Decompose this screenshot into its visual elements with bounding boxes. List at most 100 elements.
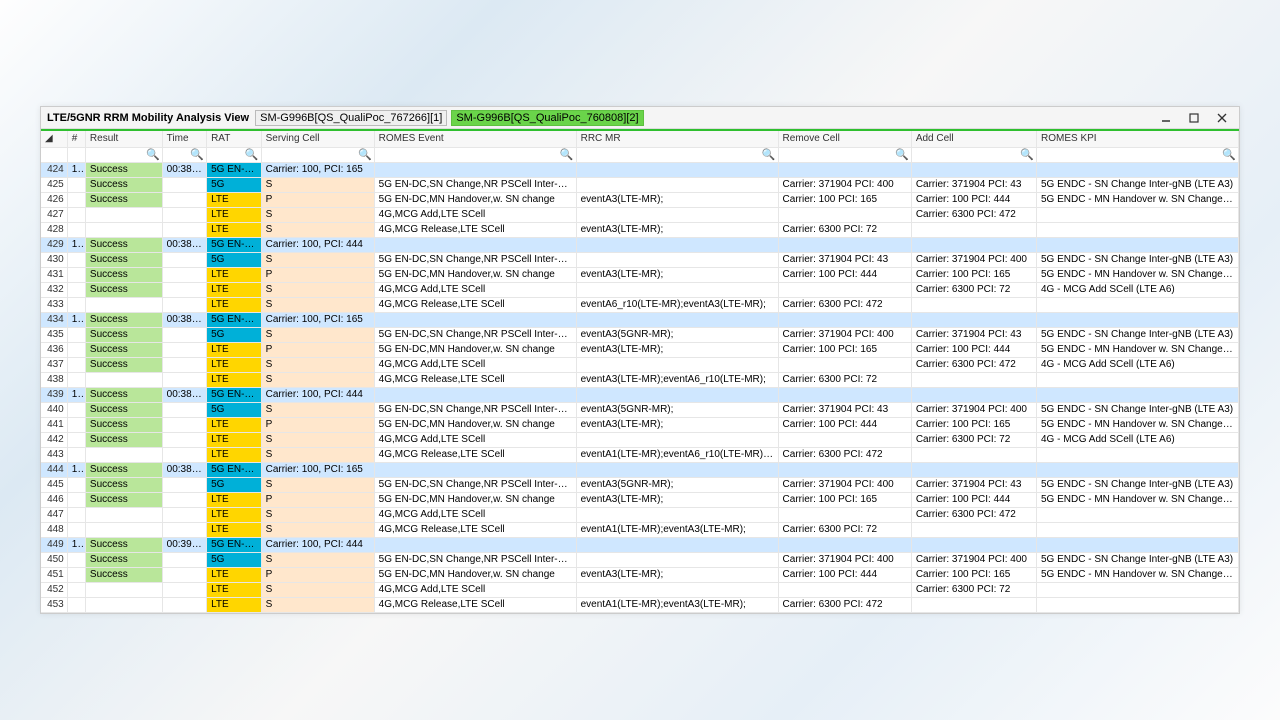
cell-kpi: 5G ENDC - MN Handover w. SN Change (LTE …	[1037, 192, 1239, 207]
cell-rrc: eventA1(LTE-MR);eventA3(LTE-MR);	[576, 522, 778, 537]
filter-event[interactable]: 🔍	[374, 147, 576, 162]
filter-remove[interactable]: 🔍	[778, 147, 911, 162]
col-event[interactable]: ROMES Event	[374, 131, 576, 147]
col-serving[interactable]: Serving Cell	[261, 131, 374, 147]
cell-res: Success	[85, 177, 162, 192]
cell-time	[162, 447, 206, 462]
cell-rrc	[576, 582, 778, 597]
table-row[interactable]: 447LTES4G,MCG Add,LTE SCellCarrier: 6300…	[41, 507, 1239, 522]
filter-serving[interactable]: 🔍	[261, 147, 374, 162]
table-row[interactable]: 452LTES4G,MCG Add,LTE SCellCarrier: 6300…	[41, 582, 1239, 597]
cell-sc: P	[261, 192, 374, 207]
table-row[interactable]: 437SuccessLTES4G,MCG Add,LTE SCellCarrie…	[41, 357, 1239, 372]
table-row[interactable]: 436SuccessLTEP5G EN-DC,MN Handover,w. SN…	[41, 342, 1239, 357]
cell-rrc: eventA3(LTE-MR);	[576, 567, 778, 582]
cell-rat: LTE	[207, 192, 262, 207]
device-tab-2[interactable]: SM-G996B[QS_QualiPoc_760808][2]	[451, 110, 643, 126]
table-row[interactable]: 4291..Success00:38:485G EN-DCCarrier: 10…	[41, 237, 1239, 252]
cell-add: Carrier: 6300 PCI: 72	[911, 432, 1036, 447]
table-row[interactable]: 451SuccessLTEP5G EN-DC,MN Handover,w. SN…	[41, 567, 1239, 582]
filter-rrc[interactable]: 🔍	[576, 147, 778, 162]
col-result[interactable]: Result	[85, 131, 162, 147]
table-row[interactable]: 431SuccessLTEP5G EN-DC,MN Handover,w. SN…	[41, 267, 1239, 282]
filter-sort[interactable]	[41, 147, 67, 162]
table-row[interactable]: 433LTES4G,MCG Release,LTE SCelleventA6_r…	[41, 297, 1239, 312]
cell-time	[162, 432, 206, 447]
cell-kpi: 5G ENDC - SN Change Inter-gNB (LTE A3)	[1037, 477, 1239, 492]
maximize-button[interactable]	[1187, 111, 1201, 125]
table-row[interactable]: 445Success5GS5G EN-DC,SN Change,NR PSCel…	[41, 477, 1239, 492]
cell-time: 00:38:53	[162, 312, 206, 327]
cell-h	[67, 192, 85, 207]
cell-time: 00:38:48	[162, 237, 206, 252]
table-row[interactable]: 438LTES4G,MCG Release,LTE SCelleventA3(L…	[41, 372, 1239, 387]
table-row[interactable]: 4241..Success00:38:435G EN-DCCarrier: 10…	[41, 162, 1239, 177]
col-sort[interactable]: ◢	[41, 131, 67, 147]
cell-rem	[778, 507, 911, 522]
cell-add: Carrier: 371904 PCI: 400	[911, 552, 1036, 567]
cell-rat: LTE	[207, 522, 262, 537]
table-row[interactable]: 4491..Success00:39:005G EN-DCCarrier: 10…	[41, 537, 1239, 552]
col-hash[interactable]: #	[67, 131, 85, 147]
filter-result[interactable]: 🔍	[85, 147, 162, 162]
cell-rem: Carrier: 371904 PCI: 400	[778, 177, 911, 192]
window-controls	[1153, 111, 1235, 125]
filter-rat[interactable]: 🔍	[207, 147, 262, 162]
table-row[interactable]: 453LTES4G,MCG Release,LTE SCelleventA1(L…	[41, 597, 1239, 612]
col-kpi[interactable]: ROMES KPI	[1037, 131, 1239, 147]
table-row[interactable]: 450Success5GS5G EN-DC,SN Change,NR PSCel…	[41, 552, 1239, 567]
cell-sc: Carrier: 100, PCI: 444	[261, 537, 374, 552]
filter-time[interactable]: 🔍	[162, 147, 206, 162]
filter-hash[interactable]	[67, 147, 85, 162]
cell-time	[162, 267, 206, 282]
close-button[interactable]	[1215, 111, 1229, 125]
cell-kpi: 5G ENDC - SN Change Inter-gNB (LTE A3)	[1037, 252, 1239, 267]
table-row[interactable]: 432SuccessLTES4G,MCG Add,LTE SCellCarrie…	[41, 282, 1239, 297]
table-row[interactable]: 446SuccessLTEP5G EN-DC,MN Handover,w. SN…	[41, 492, 1239, 507]
table-row[interactable]: 448LTES4G,MCG Release,LTE SCelleventA1(L…	[41, 522, 1239, 537]
cell-res: Success	[85, 387, 162, 402]
col-rrc[interactable]: RRC MR	[576, 131, 778, 147]
table-row[interactable]: 4441..Success00:38:585G EN-DCCarrier: 10…	[41, 462, 1239, 477]
filter-kpi[interactable]: 🔍	[1037, 147, 1239, 162]
analysis-window: LTE/5GNR RRM Mobility Analysis View SM-G…	[40, 106, 1240, 614]
cell-evt: 5G EN-DC,MN Handover,w. SN change	[374, 267, 576, 282]
cell-h	[67, 342, 85, 357]
cell-rrc: eventA6_r10(LTE-MR);eventA3(LTE-MR);	[576, 297, 778, 312]
cell-add	[911, 312, 1036, 327]
cell-add: Carrier: 100 PCI: 165	[911, 417, 1036, 432]
cell-h	[67, 417, 85, 432]
col-time[interactable]: Time	[162, 131, 206, 147]
table-row[interactable]: 441SuccessLTEP5G EN-DC,MN Handover,w. SN…	[41, 417, 1239, 432]
cell-add: Carrier: 6300 PCI: 72	[911, 282, 1036, 297]
table-row[interactable]: 430Success5GS5G EN-DC,SN Change,NR PSCel…	[41, 252, 1239, 267]
col-rat[interactable]: RAT	[207, 131, 262, 147]
table-row[interactable]: 428LTES4G,MCG Release,LTE SCelleventA3(L…	[41, 222, 1239, 237]
table-row[interactable]: 4391..Success00:38:565G EN-DCCarrier: 10…	[41, 387, 1239, 402]
cell-sc: S	[261, 477, 374, 492]
table-row[interactable]: 435Success5GS5G EN-DC,SN Change,NR PSCel…	[41, 327, 1239, 342]
table-row[interactable]: 440Success5GS5G EN-DC,SN Change,NR PSCel…	[41, 402, 1239, 417]
minimize-button[interactable]	[1159, 111, 1173, 125]
col-remove[interactable]: Remove Cell	[778, 131, 911, 147]
table-row[interactable]: 427LTES4G,MCG Add,LTE SCellCarrier: 6300…	[41, 207, 1239, 222]
cell-sc: S	[261, 552, 374, 567]
cell-rem: Carrier: 6300 PCI: 72	[778, 372, 911, 387]
table-row[interactable]: 426SuccessLTEP5G EN-DC,MN Handover,w. SN…	[41, 192, 1239, 207]
col-add[interactable]: Add Cell	[911, 131, 1036, 147]
mobility-table[interactable]: ◢ # Result Time RAT Serving Cell ROMES E…	[41, 131, 1239, 613]
filter-add[interactable]: 🔍	[911, 147, 1036, 162]
cell-evt	[374, 462, 576, 477]
table-row[interactable]: 442SuccessLTES4G,MCG Add,LTE SCellCarrie…	[41, 432, 1239, 447]
table-row[interactable]: 425Success5GS5G EN-DC,SN Change,NR PSCel…	[41, 177, 1239, 192]
cell-res: Success	[85, 552, 162, 567]
cell-time	[162, 342, 206, 357]
device-tab-1[interactable]: SM-G996B[QS_QualiPoc_767266][1]	[255, 110, 447, 126]
cell-res: Success	[85, 252, 162, 267]
table-row[interactable]: 4341..Success00:38:535G EN-DCCarrier: 10…	[41, 312, 1239, 327]
cell-rrc	[576, 432, 778, 447]
table-row[interactable]: 443LTES4G,MCG Release,LTE SCelleventA1(L…	[41, 447, 1239, 462]
window-titlebar: LTE/5GNR RRM Mobility Analysis View SM-G…	[41, 107, 1239, 129]
cell-rem: Carrier: 371904 PCI: 400	[778, 552, 911, 567]
cell-evt: 5G EN-DC,MN Handover,w. SN change	[374, 417, 576, 432]
